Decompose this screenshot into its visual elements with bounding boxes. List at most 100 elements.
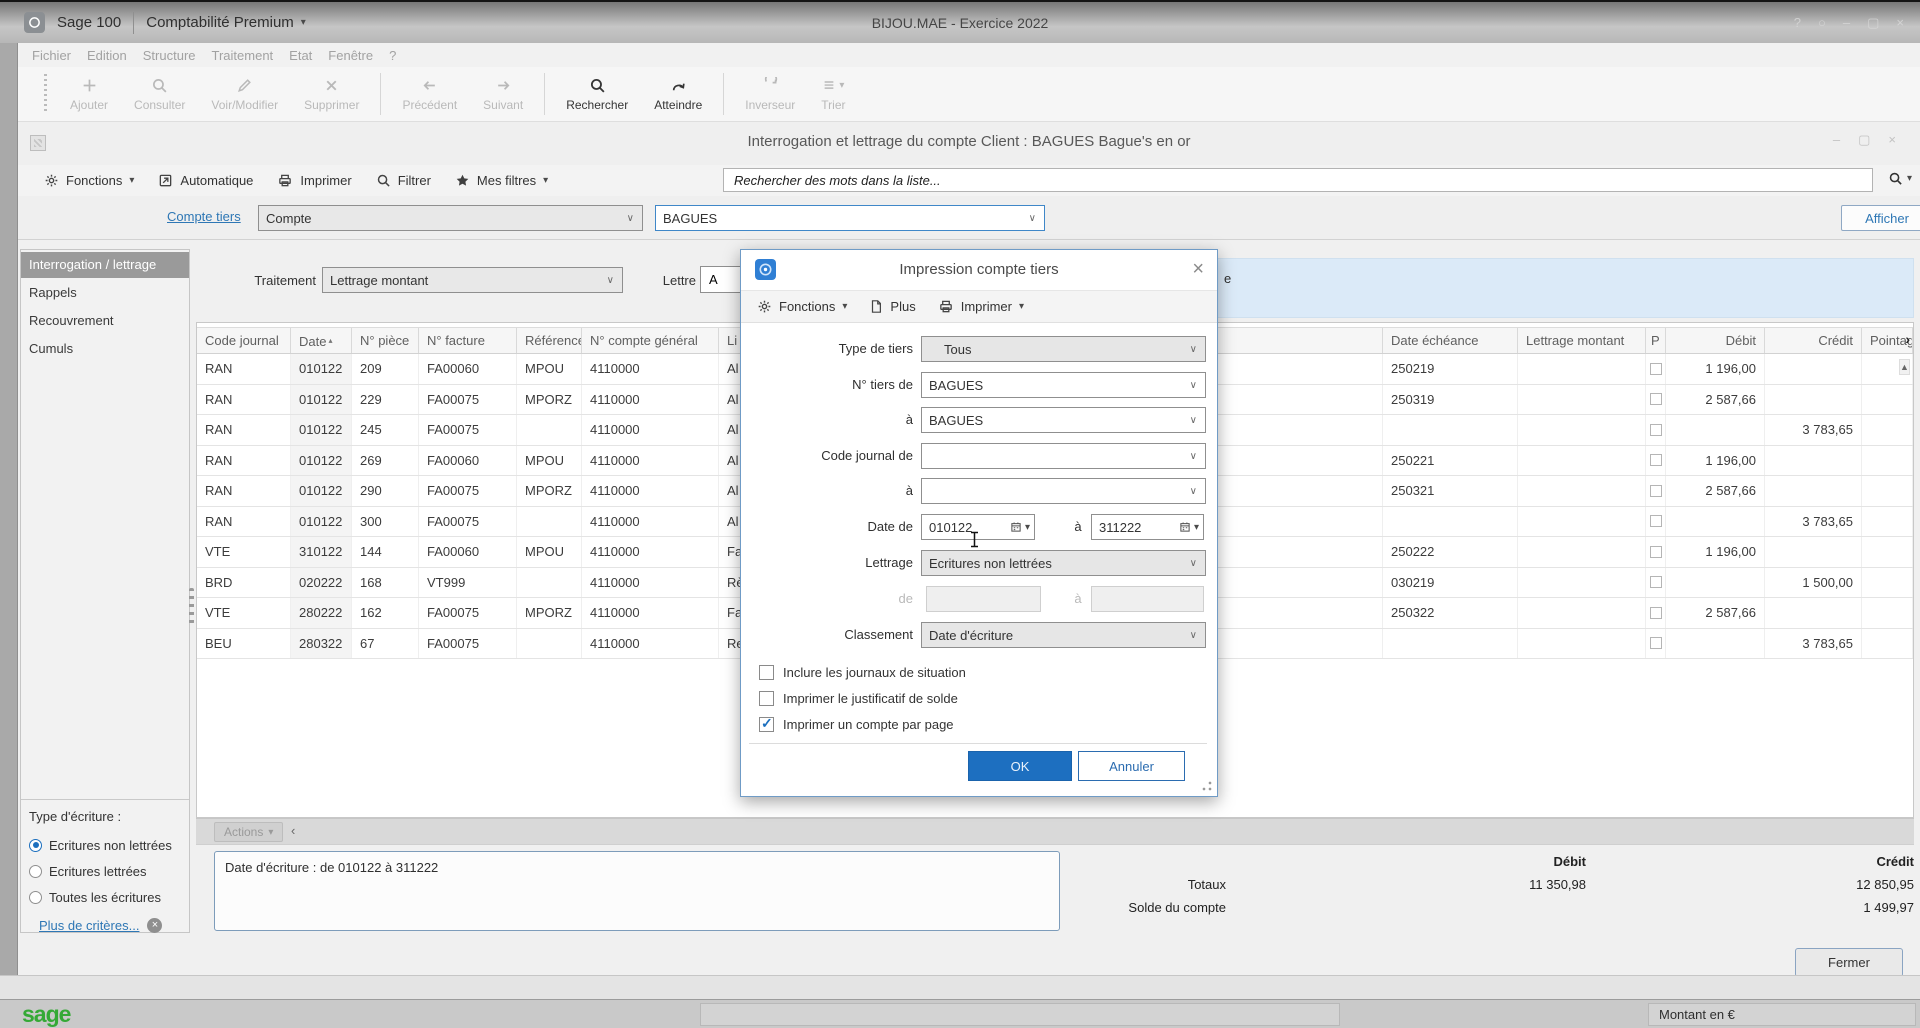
dialog-close-icon[interactable]: × [1192, 257, 1204, 281]
chevron-down-icon: ∨ [1029, 213, 1036, 224]
calendar-icon[interactable] [1179, 521, 1191, 533]
dialog-plus-button[interactable]: Plus [869, 299, 915, 314]
pointage-checkbox[interactable] [1650, 546, 1662, 558]
journal-a-label: à [741, 483, 913, 498]
sidebar-item-rappels[interactable]: Rappels [21, 280, 189, 306]
column-options-icon[interactable]: › [1905, 331, 1910, 347]
compte-tiers-link[interactable]: Compte tiers [167, 209, 241, 224]
account-type-select[interactable]: Compte∨ [258, 205, 643, 231]
afficher-button[interactable]: Afficher [1841, 205, 1920, 231]
col-date[interactable]: Date▴ [291, 328, 352, 353]
plus-criteres-link[interactable]: Plus de critères... [39, 918, 139, 933]
pointage-checkbox[interactable] [1650, 485, 1662, 497]
cell: MPORZ [517, 385, 582, 415]
classement-select[interactable]: Date d'écriture∨ [921, 622, 1206, 648]
sidebar-item-cumuls[interactable]: Cumuls [21, 336, 189, 362]
col-debit[interactable]: Débit [1666, 328, 1765, 353]
sidebar-item-interrogation-lettrage[interactable]: Interrogation / lettrage [21, 252, 189, 278]
pointage-checkbox[interactable] [1650, 424, 1662, 436]
annuler-button[interactable]: Annuler [1078, 751, 1185, 781]
menu-aide: ? [389, 48, 396, 63]
caret-down-icon[interactable]: ▾ [1025, 522, 1030, 533]
cell: 010122 [291, 385, 352, 415]
checkbox-journaux-situation[interactable]: Inclure les journaux de situation [759, 662, 966, 682]
date-to-input[interactable]: 311222 ▾ [1091, 514, 1204, 540]
dialog-titlebar[interactable]: Impression compte tiers × [741, 250, 1217, 290]
doc-maximize-icon[interactable]: ▢ [1858, 132, 1870, 148]
caret-down-icon: ▾ [842, 301, 847, 312]
minimize-icon[interactable]: – [1843, 15, 1850, 30]
search-input[interactable] [723, 168, 1873, 192]
checkbox-compte-par-page[interactable]: Imprimer un compte par page [759, 714, 954, 734]
col-piece[interactable]: N° pièce [352, 328, 419, 353]
col-facture[interactable]: N° facture [419, 328, 517, 353]
invert-refresh-icon [762, 77, 779, 94]
col-credit[interactable]: Crédit [1765, 328, 1862, 353]
sidebar-item-recouvrement[interactable]: Recouvrement [21, 308, 189, 334]
tiers-to-select[interactable]: BAGUES∨ [921, 407, 1206, 433]
search-options[interactable]: ▾ [1888, 171, 1912, 186]
cell: 4110000 [582, 568, 719, 598]
dialog-fonctions-menu[interactable]: Fonctions▾ [757, 299, 847, 314]
cell [1518, 598, 1646, 628]
journal-from-select[interactable]: ∨ [921, 443, 1206, 469]
radio-ecritures-lettrees[interactable]: Ecritures lettrées [29, 858, 189, 884]
imprimer-button[interactable]: Imprimer [277, 173, 351, 188]
mes-filtres-menu[interactable]: Mes filtres▾ [455, 173, 548, 188]
col-lettrage-montant[interactable]: Lettrage montant [1518, 328, 1646, 353]
col-compte-general[interactable]: N° compte général [582, 328, 719, 353]
cell: 2 587,66 [1666, 476, 1765, 506]
pointage-checkbox[interactable] [1650, 607, 1662, 619]
goto-button[interactable]: Atteindre [641, 77, 715, 112]
ok-button[interactable]: OK [968, 751, 1072, 781]
caret-down-icon[interactable]: ▾ [1194, 522, 1199, 533]
cell: 3 783,65 [1765, 507, 1862, 537]
help-icon[interactable]: ? [1794, 15, 1801, 30]
user-icon[interactable]: ○ [1818, 15, 1826, 30]
resize-grip[interactable] [1202, 781, 1212, 791]
calendar-icon[interactable] [1010, 521, 1022, 533]
collapse-chevron-icon[interactable]: ‹ [291, 823, 295, 838]
radio-toutes-ecritures[interactable]: Toutes les écritures [29, 884, 189, 910]
pencil-icon [236, 77, 253, 94]
checkbox-justificatif-solde[interactable]: Imprimer le justificatif de solde [759, 688, 958, 708]
pane-splitter-handle[interactable] [189, 588, 194, 624]
filtrer-button[interactable]: Filtrer [376, 173, 431, 188]
clear-criteria-icon[interactable]: × [147, 918, 162, 933]
pointage-checkbox[interactable] [1650, 637, 1662, 649]
fermer-button[interactable]: Fermer [1795, 948, 1903, 977]
lettrage-select[interactable]: Ecritures non lettrées∨ [921, 550, 1206, 576]
account-bar: Compte tiers Compte∨ BAGUES∨ Afficher [18, 196, 1920, 240]
tiers-from-select[interactable]: BAGUES∨ [921, 372, 1206, 398]
close-icon[interactable]: × [1896, 15, 1904, 30]
journal-to-select[interactable]: ∨ [921, 478, 1206, 504]
pointage-checkbox[interactable] [1650, 576, 1662, 588]
x-icon [323, 77, 340, 94]
maximize-icon[interactable]: ▢ [1867, 15, 1879, 31]
pointage-checkbox[interactable] [1650, 393, 1662, 405]
radio-icon [29, 891, 42, 904]
traitement-select[interactable]: Lettrage montant∨ [322, 267, 623, 293]
fonctions-menu[interactable]: Fonctions▾ [44, 173, 134, 188]
account-number-select[interactable]: BAGUES∨ [655, 205, 1045, 231]
chevron-down-icon: ∨ [1190, 486, 1197, 497]
type-de-tiers-select[interactable]: Tous∨ [921, 336, 1206, 362]
totals-panel: Débit Crédit Totaux 11 350,98 12 850,95 … [1076, 852, 1914, 918]
date-de-label: Date de [741, 519, 913, 534]
doc-minimize-icon[interactable]: – [1833, 132, 1840, 148]
caret-down-icon: ▾ [1907, 173, 1912, 184]
col-reference[interactable]: Référence [517, 328, 582, 353]
col-pointage-p[interactable]: P [1646, 328, 1666, 353]
automatique-button[interactable]: Automatique [158, 173, 253, 188]
search-button[interactable]: Rechercher [553, 77, 641, 112]
col-code-journal[interactable]: Code journal [197, 328, 291, 353]
col-date-echeance[interactable]: Date échéance [1383, 328, 1518, 353]
pointage-checkbox[interactable] [1650, 515, 1662, 527]
cell: 280222 [291, 598, 352, 628]
pointage-checkbox[interactable] [1650, 454, 1662, 466]
dialog-imprimer-menu[interactable]: Imprimer▾ [938, 299, 1024, 314]
radio-ecritures-non-lettrees[interactable]: Ecritures non lettrées [29, 832, 189, 858]
cell [1646, 385, 1666, 415]
pointage-checkbox[interactable] [1650, 363, 1662, 375]
doc-close-icon[interactable]: × [1888, 132, 1896, 148]
